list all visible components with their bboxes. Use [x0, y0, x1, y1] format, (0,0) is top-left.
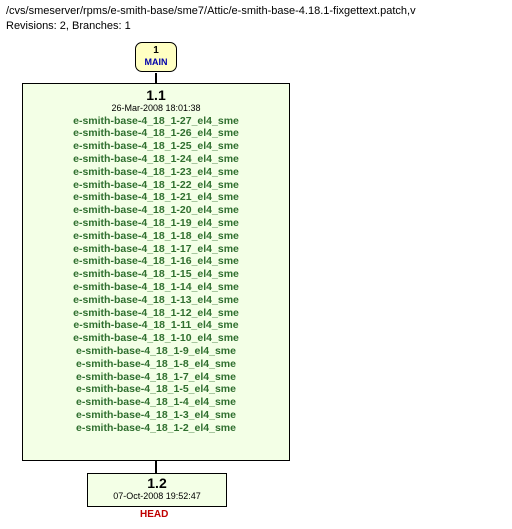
- revision-tag: e-smith-base-4_18_1-3_el4_sme: [76, 409, 236, 422]
- revision-tag: e-smith-base-4_18_1-11_el4_sme: [73, 319, 238, 332]
- revision-tag: e-smith-base-4_18_1-13_el4_sme: [73, 294, 239, 307]
- file-path: /cvs/smeserver/rpms/e-smith-base/sme7/At…: [6, 4, 506, 19]
- revision-tag: e-smith-base-4_18_1-2_el4_sme: [76, 422, 236, 435]
- branch-node-main[interactable]: 1 MAIN: [135, 42, 177, 72]
- revision-tag: e-smith-base-4_18_1-22_el4_sme: [73, 179, 239, 192]
- revision-tag: e-smith-base-4_18_1-27_el4_sme: [73, 115, 239, 128]
- connector-line: [155, 73, 157, 83]
- revision-tag: e-smith-base-4_18_1-10_el4_sme: [73, 332, 239, 345]
- revision-version: 1.2: [88, 476, 226, 491]
- revision-tag: e-smith-base-4_18_1-23_el4_sme: [73, 166, 239, 179]
- revision-tag: e-smith-base-4_18_1-17_el4_sme: [73, 243, 239, 256]
- revision-node-1-1[interactable]: 1.1 26-Mar-2008 18:01:38 e-smith-base-4_…: [22, 83, 290, 461]
- branch-index: 1: [136, 45, 176, 57]
- revision-tag: e-smith-base-4_18_1-9_el4_sme: [76, 345, 236, 358]
- connector-line: [155, 461, 157, 473]
- revision-tag: e-smith-base-4_18_1-26_el4_sme: [73, 127, 239, 140]
- revision-tag: e-smith-base-4_18_1-12_el4_sme: [73, 307, 239, 320]
- revision-tag: e-smith-base-4_18_1-18_el4_sme: [73, 230, 239, 243]
- revision-tag: e-smith-base-4_18_1-5_el4_sme: [76, 383, 236, 396]
- revisions-summary: Revisions: 2, Branches: 1: [6, 19, 506, 34]
- revision-date: 07-Oct-2008 19:52:47: [88, 491, 226, 502]
- revision-date: 26-Mar-2008 18:01:38: [31, 103, 281, 114]
- graph-canvas: 1 MAIN 1.1 26-Mar-2008 18:01:38 e-smith-…: [0, 36, 512, 529]
- head-label: HEAD: [140, 509, 168, 520]
- revision-tag: e-smith-base-4_18_1-15_el4_sme: [73, 268, 239, 281]
- revision-version: 1.1: [31, 87, 281, 103]
- revision-node-1-2[interactable]: 1.2 07-Oct-2008 19:52:47: [87, 473, 227, 507]
- revision-tag: e-smith-base-4_18_1-20_el4_sme: [73, 204, 239, 217]
- revision-tag: e-smith-base-4_18_1-8_el4_sme: [76, 358, 236, 371]
- revision-tag: e-smith-base-4_18_1-24_el4_sme: [73, 153, 239, 166]
- revision-tag: e-smith-base-4_18_1-16_el4_sme: [73, 255, 239, 268]
- revision-tags: e-smith-base-4_18_1-27_el4_smee-smith-ba…: [31, 115, 281, 435]
- revision-tag: e-smith-base-4_18_1-19_el4_sme: [73, 217, 239, 230]
- revision-tag: e-smith-base-4_18_1-25_el4_sme: [73, 140, 239, 153]
- branch-label: MAIN: [136, 57, 176, 68]
- revision-tag: e-smith-base-4_18_1-7_el4_sme: [76, 371, 236, 384]
- header: /cvs/smeserver/rpms/e-smith-base/sme7/At…: [0, 0, 512, 36]
- revision-tag: e-smith-base-4_18_1-21_el4_sme: [73, 191, 239, 204]
- revision-tag: e-smith-base-4_18_1-4_el4_sme: [76, 396, 236, 409]
- revision-tag: e-smith-base-4_18_1-14_el4_sme: [73, 281, 239, 294]
